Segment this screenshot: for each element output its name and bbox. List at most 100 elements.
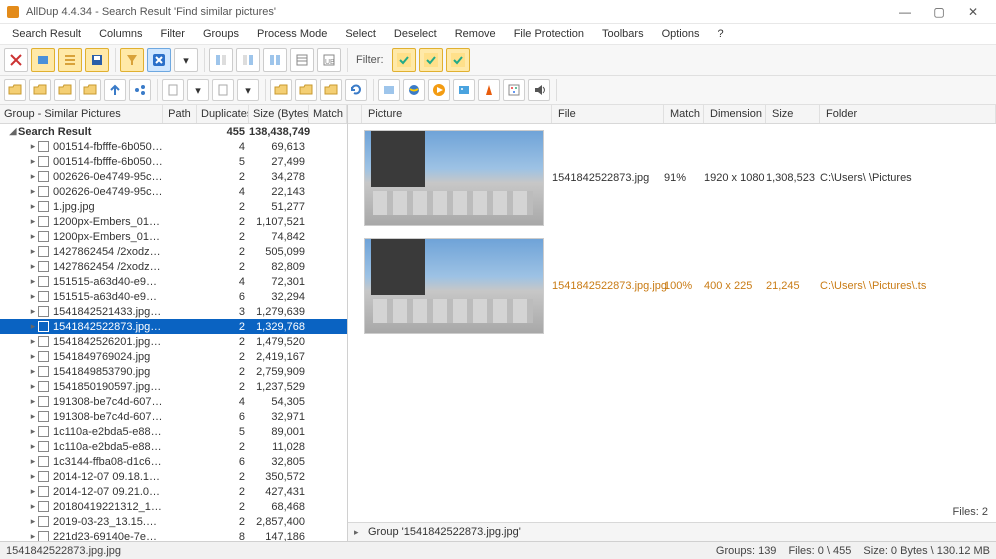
expand-icon[interactable]: ▸ bbox=[28, 246, 38, 257]
expand-icon[interactable]: ▸ bbox=[28, 276, 38, 287]
tree-row[interactable]: ▸2019-03-23_13.15.42.jpg.jpg22,857,400 bbox=[0, 514, 347, 529]
expand-icon[interactable]: ▸ bbox=[28, 456, 38, 467]
open-folder-1-icon[interactable] bbox=[4, 79, 26, 101]
col-duplicates[interactable]: Duplicates bbox=[197, 105, 249, 123]
detail-row[interactable]: 1541842522873.jpg91%1920 x 10801,308,523… bbox=[348, 124, 996, 232]
checkbox[interactable] bbox=[38, 231, 49, 242]
checkbox[interactable] bbox=[38, 516, 49, 527]
collapse-icon[interactable]: ◢ bbox=[8, 126, 18, 137]
expand-icon[interactable]: ▸ bbox=[28, 141, 38, 152]
checkbox[interactable] bbox=[38, 261, 49, 272]
thumbnail[interactable] bbox=[364, 238, 544, 334]
tree-row[interactable]: ▸2014-12-07 09.21.04.jpg.jpg2427,431 bbox=[0, 484, 347, 499]
expand-icon[interactable]: ▸ bbox=[28, 441, 38, 452]
col-match[interactable]: Match bbox=[309, 105, 347, 123]
folder-action-3-icon[interactable] bbox=[320, 79, 342, 101]
folder-action-1-icon[interactable] bbox=[270, 79, 292, 101]
menu-remove[interactable]: Remove bbox=[447, 26, 504, 42]
open-folder-2-icon[interactable] bbox=[29, 79, 51, 101]
tree-row[interactable]: ▸1c110a-e2bda5-e8884c-9b4915-a5704f.png.… bbox=[0, 439, 347, 454]
tree-row[interactable]: ▸1200px-Embers_01.jpg.jpg274,842 bbox=[0, 229, 347, 244]
col-path[interactable]: Path bbox=[163, 105, 197, 123]
page-icon[interactable] bbox=[162, 79, 184, 101]
expand-icon[interactable]: ▸ bbox=[28, 471, 38, 482]
checkbox[interactable] bbox=[38, 456, 49, 467]
expand-icon[interactable]: ▸ bbox=[28, 486, 38, 497]
detail-body[interactable]: 1541842522873.jpg91%1920 x 10801,308,523… bbox=[348, 124, 996, 522]
column-1-icon[interactable] bbox=[209, 48, 233, 72]
speaker-icon[interactable] bbox=[528, 79, 550, 101]
expand-icon[interactable]: ▸ bbox=[28, 201, 38, 212]
tree-row[interactable]: ▸1427862454 /2xodzv.jpg.jpg282,809 bbox=[0, 259, 347, 274]
expand-icon[interactable]: ▸ bbox=[28, 381, 38, 392]
expand-icon[interactable]: ▸ bbox=[28, 531, 38, 541]
menu-select[interactable]: Select bbox=[337, 26, 384, 42]
expand-icon[interactable]: ▸ bbox=[28, 396, 38, 407]
checkbox[interactable] bbox=[38, 441, 49, 452]
col-folder[interactable]: Folder bbox=[820, 105, 996, 123]
checkbox[interactable] bbox=[38, 366, 49, 377]
maximize-button[interactable]: ▢ bbox=[922, 2, 956, 22]
expand-icon[interactable]: ▸ bbox=[28, 186, 38, 197]
thumbnail[interactable] bbox=[364, 130, 544, 226]
ie-browser-icon[interactable] bbox=[403, 79, 425, 101]
expand-icon[interactable]: ▸ bbox=[28, 321, 38, 332]
save-icon[interactable] bbox=[85, 48, 109, 72]
expand-icon[interactable]: ▸ bbox=[28, 171, 38, 182]
tree-row[interactable]: ▸1.jpg.jpg251,277 bbox=[0, 199, 347, 214]
folder-action-2-icon[interactable] bbox=[295, 79, 317, 101]
menu-toolbars[interactable]: Toolbars bbox=[594, 26, 652, 42]
expand-icon[interactable]: ▸ bbox=[28, 516, 38, 527]
menu-groups[interactable]: Groups bbox=[195, 26, 247, 42]
checkbox[interactable] bbox=[38, 531, 49, 541]
open-folder-4-icon[interactable] bbox=[79, 79, 101, 101]
checkbox[interactable] bbox=[38, 426, 49, 437]
col-dimension[interactable]: Dimension bbox=[704, 105, 766, 123]
tree-row[interactable]: ▸1541842522873.jpg.jpg21,329,768 bbox=[0, 319, 347, 334]
filter-check-3-icon[interactable] bbox=[446, 48, 470, 72]
expand-icon[interactable]: ▸ bbox=[28, 411, 38, 422]
page-2-icon[interactable] bbox=[212, 79, 234, 101]
checkbox[interactable] bbox=[38, 201, 49, 212]
column-2-icon[interactable] bbox=[236, 48, 260, 72]
paint-icon[interactable] bbox=[503, 79, 525, 101]
tree-row[interactable]: ▸001514-fbfffe-6b0504-a3320b-e6af2e.png4… bbox=[0, 139, 347, 154]
menu-deselect[interactable]: Deselect bbox=[386, 26, 445, 42]
export-up-icon[interactable] bbox=[104, 79, 126, 101]
tree-row[interactable]: ▸1541842526201.jpg.jpg21,479,520 bbox=[0, 334, 347, 349]
expand-icon[interactable]: ▸ bbox=[28, 261, 38, 272]
col-file[interactable]: File bbox=[552, 105, 664, 123]
tree-row[interactable]: ▸191308-be7c4d-607744-d7af70-756d54.png4… bbox=[0, 394, 347, 409]
expand-icon[interactable]: ▸ bbox=[28, 351, 38, 362]
image-preview-icon[interactable] bbox=[378, 79, 400, 101]
photo-viewer-icon[interactable] bbox=[453, 79, 475, 101]
play-media-icon[interactable] bbox=[428, 79, 450, 101]
tree-root[interactable]: ◢ Search Result 455 138,438,749 bbox=[0, 124, 347, 139]
delete-result-icon[interactable] bbox=[4, 48, 28, 72]
tree-row[interactable]: ▸151515-a63d40-e9b872-90a959-6494aa.png4… bbox=[0, 274, 347, 289]
menu-options[interactable]: Options bbox=[654, 26, 708, 42]
expand-icon[interactable]: ▸ bbox=[28, 291, 38, 302]
tree-row[interactable]: ▸191308-be7c4d-607744-d7af70-756d54.png.… bbox=[0, 409, 347, 424]
expand-icon[interactable]: ▸ bbox=[28, 156, 38, 167]
checkbox[interactable] bbox=[38, 171, 49, 182]
checkbox[interactable] bbox=[38, 336, 49, 347]
checkbox[interactable] bbox=[38, 276, 49, 287]
tree-row[interactable]: ▸001514-fbfffe-6b0504-a3320b-e6af2e.jpg.… bbox=[0, 154, 347, 169]
checkbox[interactable] bbox=[38, 351, 49, 362]
page-down-icon[interactable]: ▾ bbox=[187, 79, 209, 101]
expand-icon[interactable]: ▸ bbox=[28, 336, 38, 347]
checkbox[interactable] bbox=[38, 471, 49, 482]
col-filesize[interactable]: Size bbox=[766, 105, 820, 123]
menu-search-result[interactable]: Search Result bbox=[4, 26, 89, 42]
close-button[interactable]: ✕ bbox=[956, 2, 990, 22]
checkbox[interactable] bbox=[38, 321, 49, 332]
menu-filter[interactable]: Filter bbox=[153, 26, 193, 42]
menu-process-mode[interactable]: Process Mode bbox=[249, 26, 335, 42]
filter-check-2-icon[interactable] bbox=[419, 48, 443, 72]
checkbox[interactable] bbox=[38, 396, 49, 407]
checkbox[interactable] bbox=[38, 156, 49, 167]
tree-row[interactable]: ▸1c110a-e2bda5-e8884c-9b4915-a5704f.png5… bbox=[0, 424, 347, 439]
layout-grid-icon[interactable]: UB bbox=[317, 48, 341, 72]
list-view-icon[interactable] bbox=[58, 48, 82, 72]
